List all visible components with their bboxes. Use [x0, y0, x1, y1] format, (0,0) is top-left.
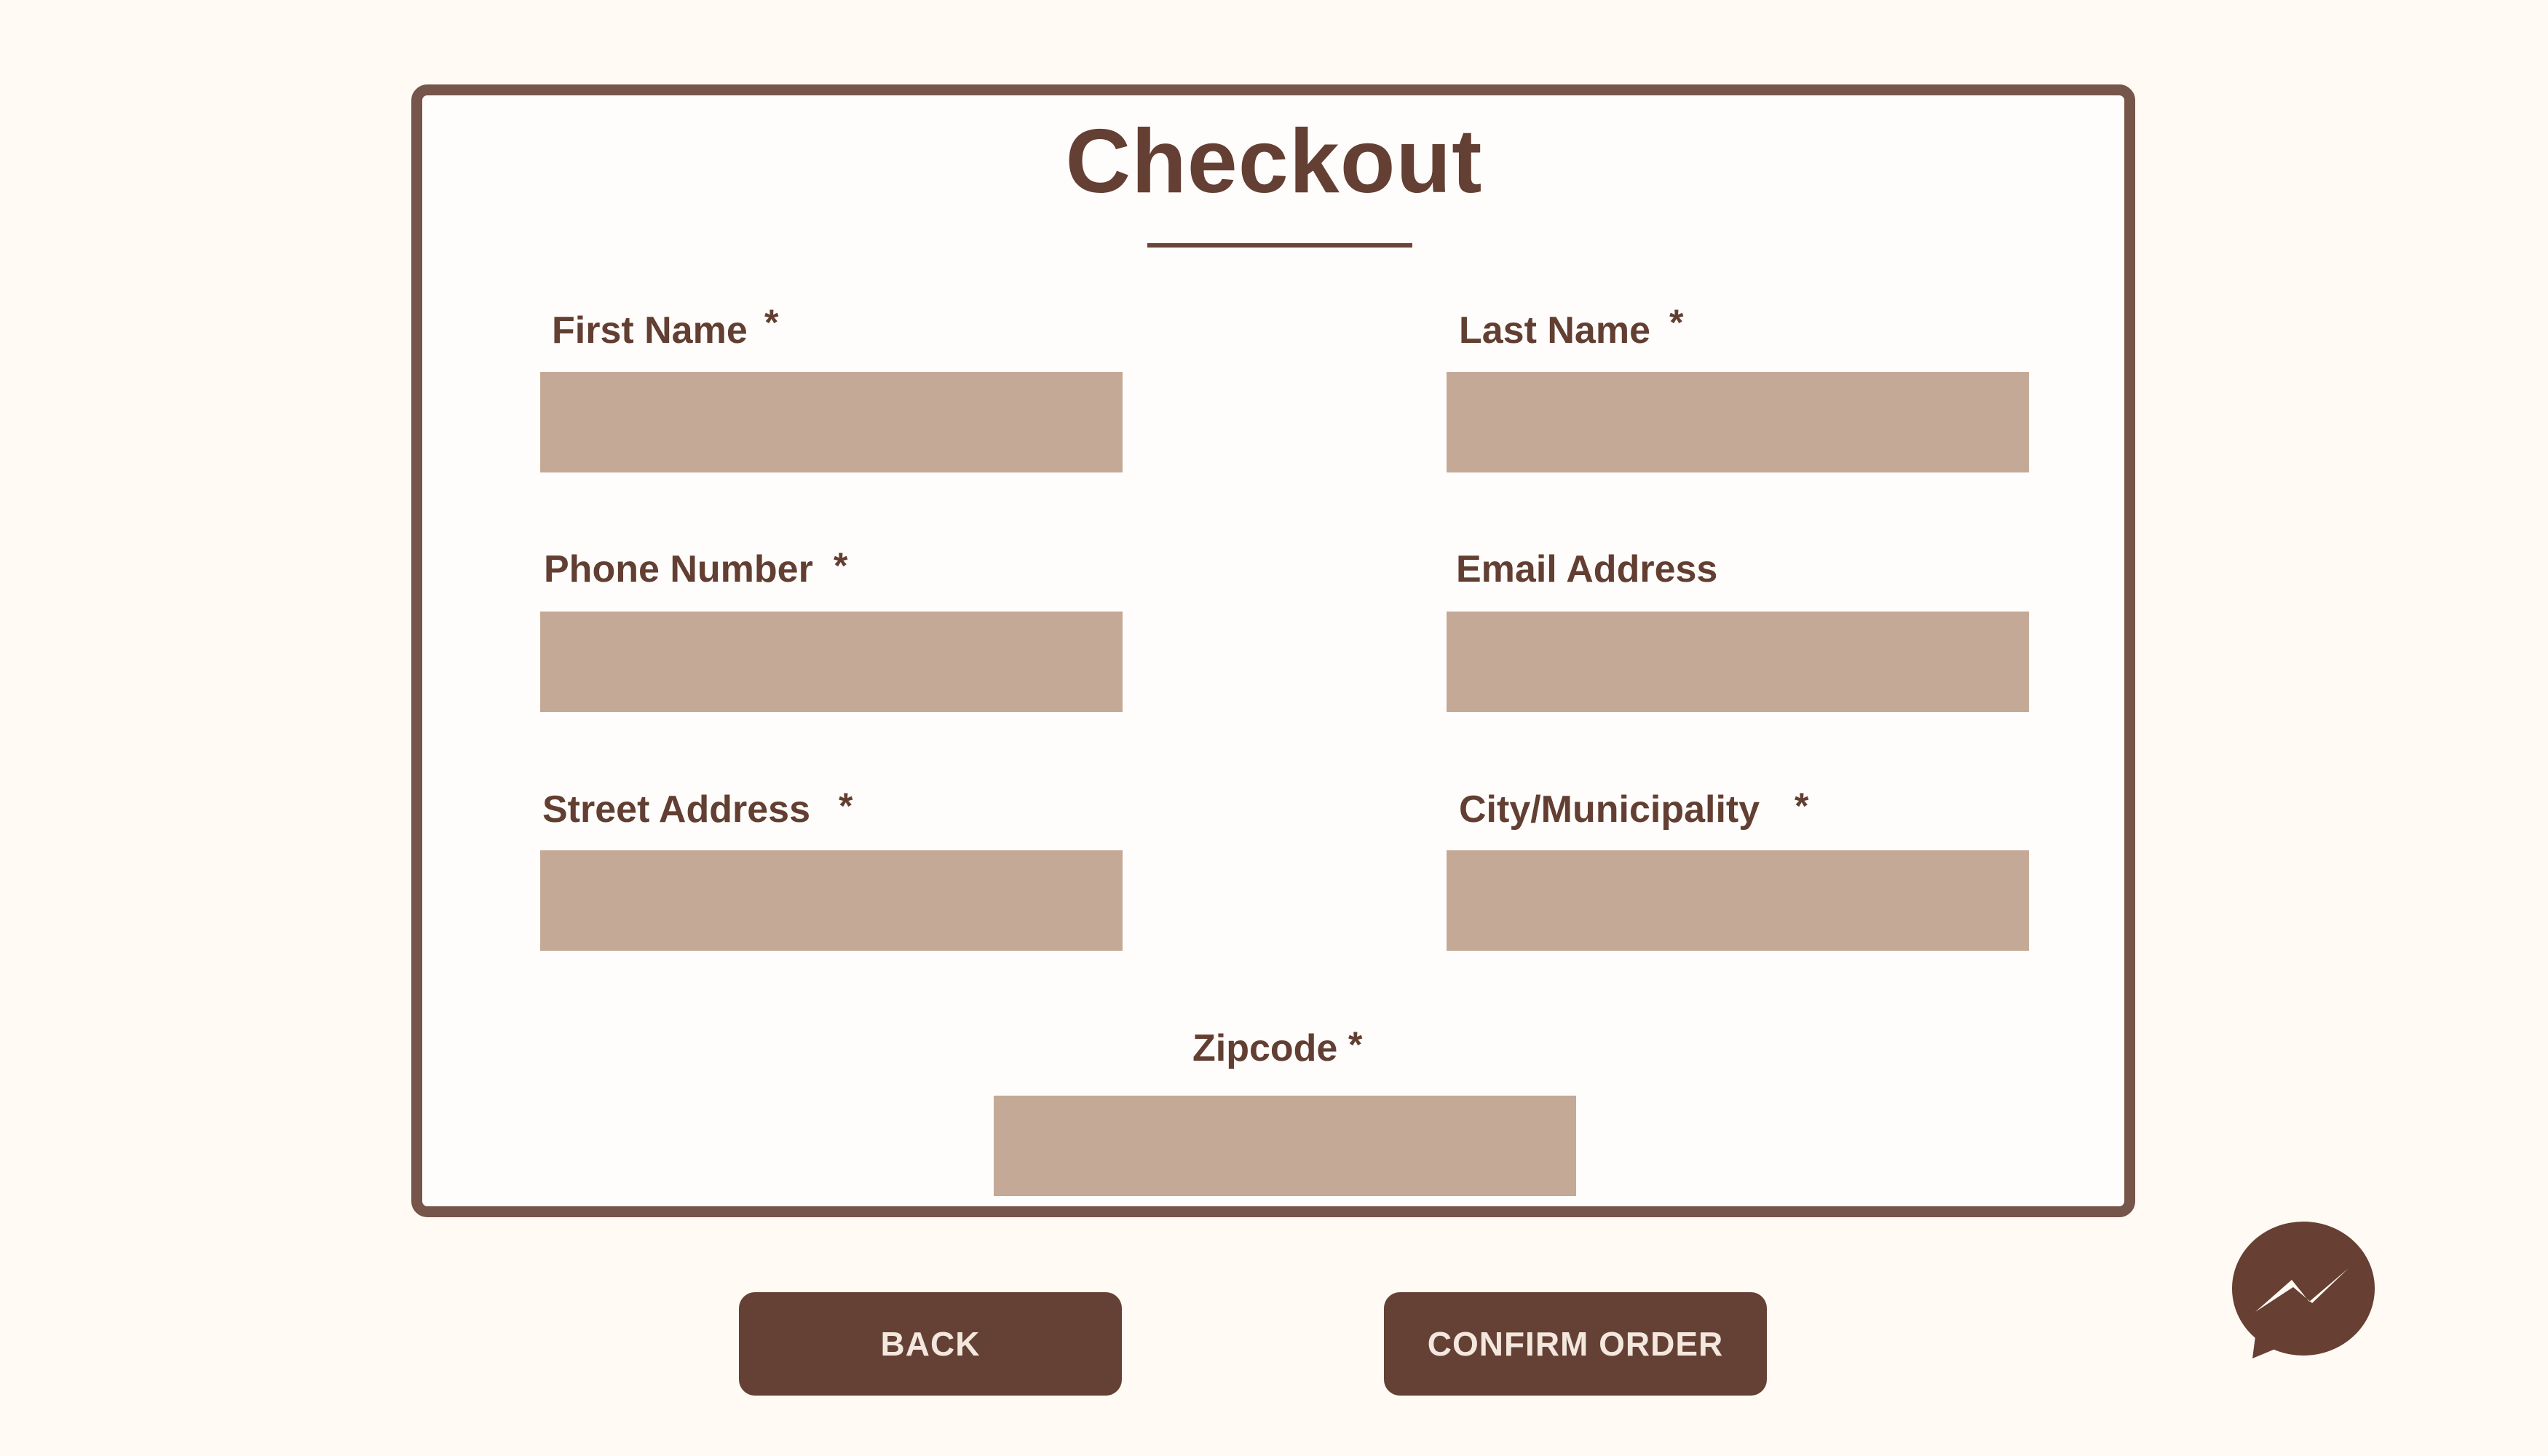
street-address-required-mark: * [839, 786, 853, 826]
last-name-required-mark: * [1669, 302, 1684, 343]
last-name-input[interactable] [1447, 372, 2029, 472]
email-address-input[interactable] [1447, 612, 2029, 712]
zipcode-required-mark: * [1348, 1024, 1363, 1065]
messenger-chat-button[interactable] [2228, 1216, 2381, 1369]
title-underline [1147, 243, 1412, 248]
city-municipality-input[interactable] [1447, 850, 2029, 951]
messenger-icon [2232, 1222, 2375, 1358]
city-municipality-label: City/Municipality [1459, 788, 1760, 831]
street-address-label: Street Address [542, 788, 810, 831]
first-name-required-mark: * [764, 302, 779, 343]
phone-number-required-mark: * [834, 545, 848, 586]
page-title: Checkout [1065, 111, 1483, 212]
confirm-order-button[interactable]: CONFIRM ORDER [1384, 1292, 1767, 1396]
back-button[interactable]: BACK [739, 1292, 1122, 1396]
zipcode-label: Zipcode [1192, 1027, 1338, 1069]
first-name-label: First Name [552, 309, 748, 352]
street-address-input[interactable] [540, 850, 1123, 951]
email-address-label: Email Address [1456, 548, 1718, 590]
phone-number-input[interactable] [540, 612, 1123, 712]
last-name-label: Last Name [1459, 309, 1650, 352]
phone-number-label: Phone Number [544, 548, 813, 590]
first-name-input[interactable] [540, 372, 1123, 472]
city-municipality-required-mark: * [1795, 786, 1809, 826]
zipcode-input[interactable] [994, 1096, 1576, 1196]
